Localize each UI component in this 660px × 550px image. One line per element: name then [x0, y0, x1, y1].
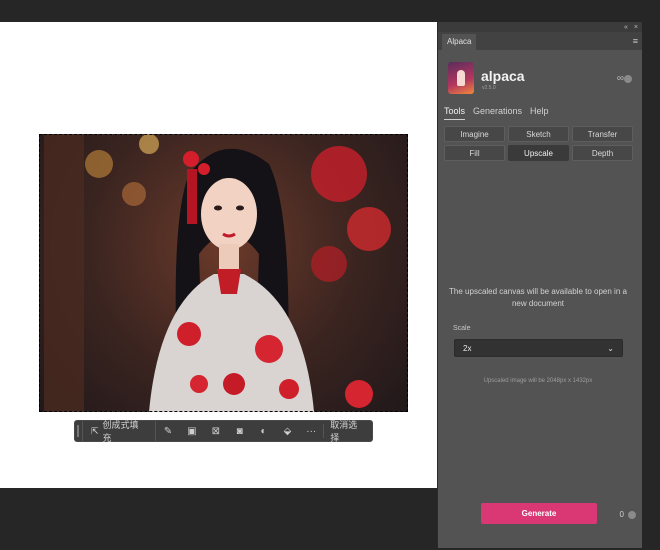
deselect-button[interactable]: 取消选择 [324, 418, 372, 444]
tool-depth-button[interactable]: Depth [572, 145, 633, 161]
nav-generations[interactable]: Generations [473, 106, 522, 120]
contextual-taskbar: ⇱ 创成式填充 ✎ ▣ ⊠ ◙ ◐ ⬙ ··· 取消选择 [74, 418, 373, 444]
chevron-down-icon: ⌄ [607, 343, 614, 353]
tool-sketch-button[interactable]: Sketch [508, 126, 569, 142]
generate-button[interactable]: Generate [481, 503, 597, 524]
scale-value: 2x [463, 343, 472, 353]
panel-tabbar: Alpaca ≡ [438, 32, 642, 50]
infinity-icon: ∞ [616, 73, 624, 84]
document-canvas[interactable]: ⇱ 创成式填充 ✎ ▣ ⊠ ◙ ◐ ⬙ ··· 取消选择 [0, 22, 438, 488]
scale-dropdown[interactable]: 2x ⌄ [454, 339, 623, 357]
status-indicator-icon [624, 75, 632, 83]
more-icon[interactable]: ··· [299, 421, 323, 441]
generative-fill-label: 创成式填充 [102, 420, 139, 443]
tool-grid: Imagine Sketch Transfer Fill Upscale Dep… [444, 126, 634, 161]
tool-transfer-button[interactable]: Transfer [572, 126, 633, 142]
generative-fill-icon: ⇱ [90, 425, 99, 436]
select-subject-icon[interactable]: ▣ [180, 421, 204, 441]
portrait-image[interactable] [39, 134, 408, 412]
close-icon[interactable]: × [634, 24, 638, 31]
panel-nav: Tools Generations Help [444, 106, 549, 120]
tool-upscale-button[interactable]: Upscale [508, 145, 569, 161]
collapse-icon[interactable]: « [624, 24, 628, 31]
brand-version: v2.5.0 [482, 85, 496, 91]
fill-bucket-icon[interactable]: ⬙ [275, 421, 299, 441]
tool-imagine-button[interactable]: Imagine [444, 126, 505, 142]
tool-fill-button[interactable]: Fill [444, 145, 505, 161]
mask-icon[interactable]: ◙ [228, 421, 252, 441]
panel-titlebar: « × [438, 22, 642, 32]
generative-fill-button[interactable]: ⇱ 创成式填充 [83, 420, 157, 443]
hamburger-menu-icon[interactable]: ≡ [633, 32, 638, 50]
credits-count: 0 [619, 510, 624, 519]
transform-icon[interactable]: ⊠ [204, 421, 228, 441]
scale-label: Scale [453, 325, 471, 332]
tab-alpaca[interactable]: Alpaca [442, 34, 477, 50]
brush-icon[interactable]: ✎ [156, 421, 180, 441]
alpaca-panel: « × Alpaca ≡ alpaca v2.5.0 ∞ Tools Gener… [437, 22, 642, 548]
selection-marquee [39, 134, 408, 412]
alpaca-logo [448, 62, 474, 94]
brand-name: alpaca [481, 68, 525, 84]
nav-tools[interactable]: Tools [444, 106, 466, 120]
upscale-result-text: Upscaled image will be 2048px x 1432px [483, 378, 593, 384]
taskbar-drag-handle[interactable] [75, 421, 83, 441]
credits-indicator-icon [628, 511, 636, 519]
nav-help[interactable]: Help [530, 106, 549, 120]
adjust-icon[interactable]: ◐ [252, 421, 276, 441]
upscale-description: The upscaled canvas will be available to… [449, 287, 627, 308]
brand-header: alpaca v2.5.0 ∞ [448, 62, 638, 98]
